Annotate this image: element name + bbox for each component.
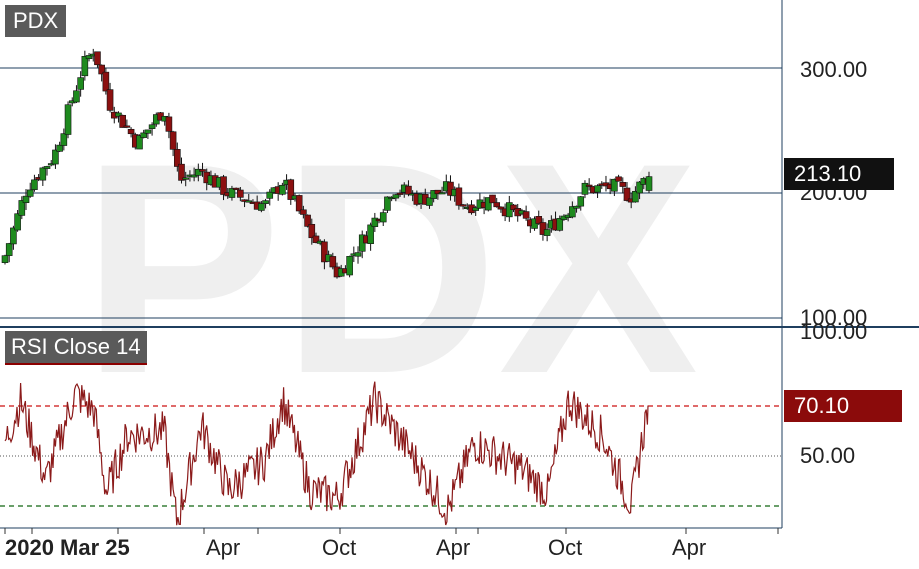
candle-down <box>619 182 627 187</box>
time-axis-label-oct-2021: Oct <box>322 535 356 560</box>
last-price-badge: 213.10 <box>784 158 894 190</box>
candle-down <box>522 211 530 219</box>
price-axis-label-300: 300.00 <box>800 57 867 82</box>
candle-up <box>43 166 51 169</box>
time-axis-label-start: 2020 Mar 25 <box>5 535 130 560</box>
candle-down <box>102 71 110 92</box>
candle-up <box>594 185 601 193</box>
candle-up <box>148 124 156 129</box>
candle-down <box>585 184 593 187</box>
time-axis-label-oct-2022: Oct <box>548 535 582 560</box>
candle-down <box>489 194 496 204</box>
candle-up <box>5 243 13 256</box>
candle-up <box>77 77 84 90</box>
candle-up <box>543 229 551 236</box>
candle-down <box>455 187 463 206</box>
candle-up <box>1 255 9 263</box>
candle-up <box>354 252 362 257</box>
candle-up <box>577 196 585 207</box>
candle-down <box>220 176 227 195</box>
candle-up <box>279 184 286 195</box>
candle-down <box>615 176 622 182</box>
candle-down <box>300 209 307 215</box>
time-axis-label-apr-2022: Apr <box>436 535 470 560</box>
candle-up <box>379 212 387 223</box>
candle-down <box>493 202 501 208</box>
candle-down <box>169 131 177 150</box>
candle-up <box>367 224 374 244</box>
time-axis-label-apr-2023: Apr <box>672 535 706 560</box>
candle-down <box>127 128 135 135</box>
candle-up <box>73 90 80 103</box>
candle-down <box>237 189 244 198</box>
rsi-indicator-label: RSI Close 14 <box>5 331 147 365</box>
chart-canvas: PDX 300.00 200.00 100.00 100.00 50.00 20… <box>0 0 919 560</box>
candle-up <box>573 205 580 209</box>
time-axis: 2020 Mar 25 Apr Oct Apr Oct Apr <box>4 528 779 560</box>
candle-up <box>266 191 274 199</box>
candle-down <box>329 256 337 268</box>
candle-up <box>556 218 564 231</box>
candle-up <box>60 133 68 146</box>
candle-up <box>262 200 269 204</box>
candle-up <box>346 256 353 276</box>
candle-down <box>405 185 412 195</box>
candle-down <box>165 116 173 132</box>
candle-up <box>258 203 265 211</box>
ticker-label: PDX <box>5 5 67 37</box>
candle-up <box>64 104 72 135</box>
last-rsi-badge: 70.10 <box>784 390 902 422</box>
candle-up <box>14 213 21 231</box>
candle-down <box>94 51 101 66</box>
candle-up <box>438 192 446 195</box>
candle-down <box>396 192 404 195</box>
candle-up <box>81 56 89 77</box>
candle-up <box>26 189 34 197</box>
candle-up <box>182 177 190 180</box>
rsi-axis-label-50: 50.00 <box>800 443 855 468</box>
candle-down <box>295 195 303 212</box>
candle-up <box>392 194 400 199</box>
candle-down <box>232 187 240 190</box>
rsi-axis-label-100: 100.00 <box>800 319 867 344</box>
time-axis-label-apr-2021: Apr <box>206 535 240 560</box>
candle-down <box>123 125 131 128</box>
candle-up <box>56 144 63 152</box>
candle-up <box>52 149 59 165</box>
candle-down <box>106 89 114 111</box>
candle-up <box>39 167 47 181</box>
candle-up <box>31 179 38 190</box>
candle-down <box>459 204 467 207</box>
candle-up <box>645 176 653 191</box>
candle-down <box>199 169 206 172</box>
candle-up <box>144 129 152 134</box>
candle-up <box>22 195 30 204</box>
